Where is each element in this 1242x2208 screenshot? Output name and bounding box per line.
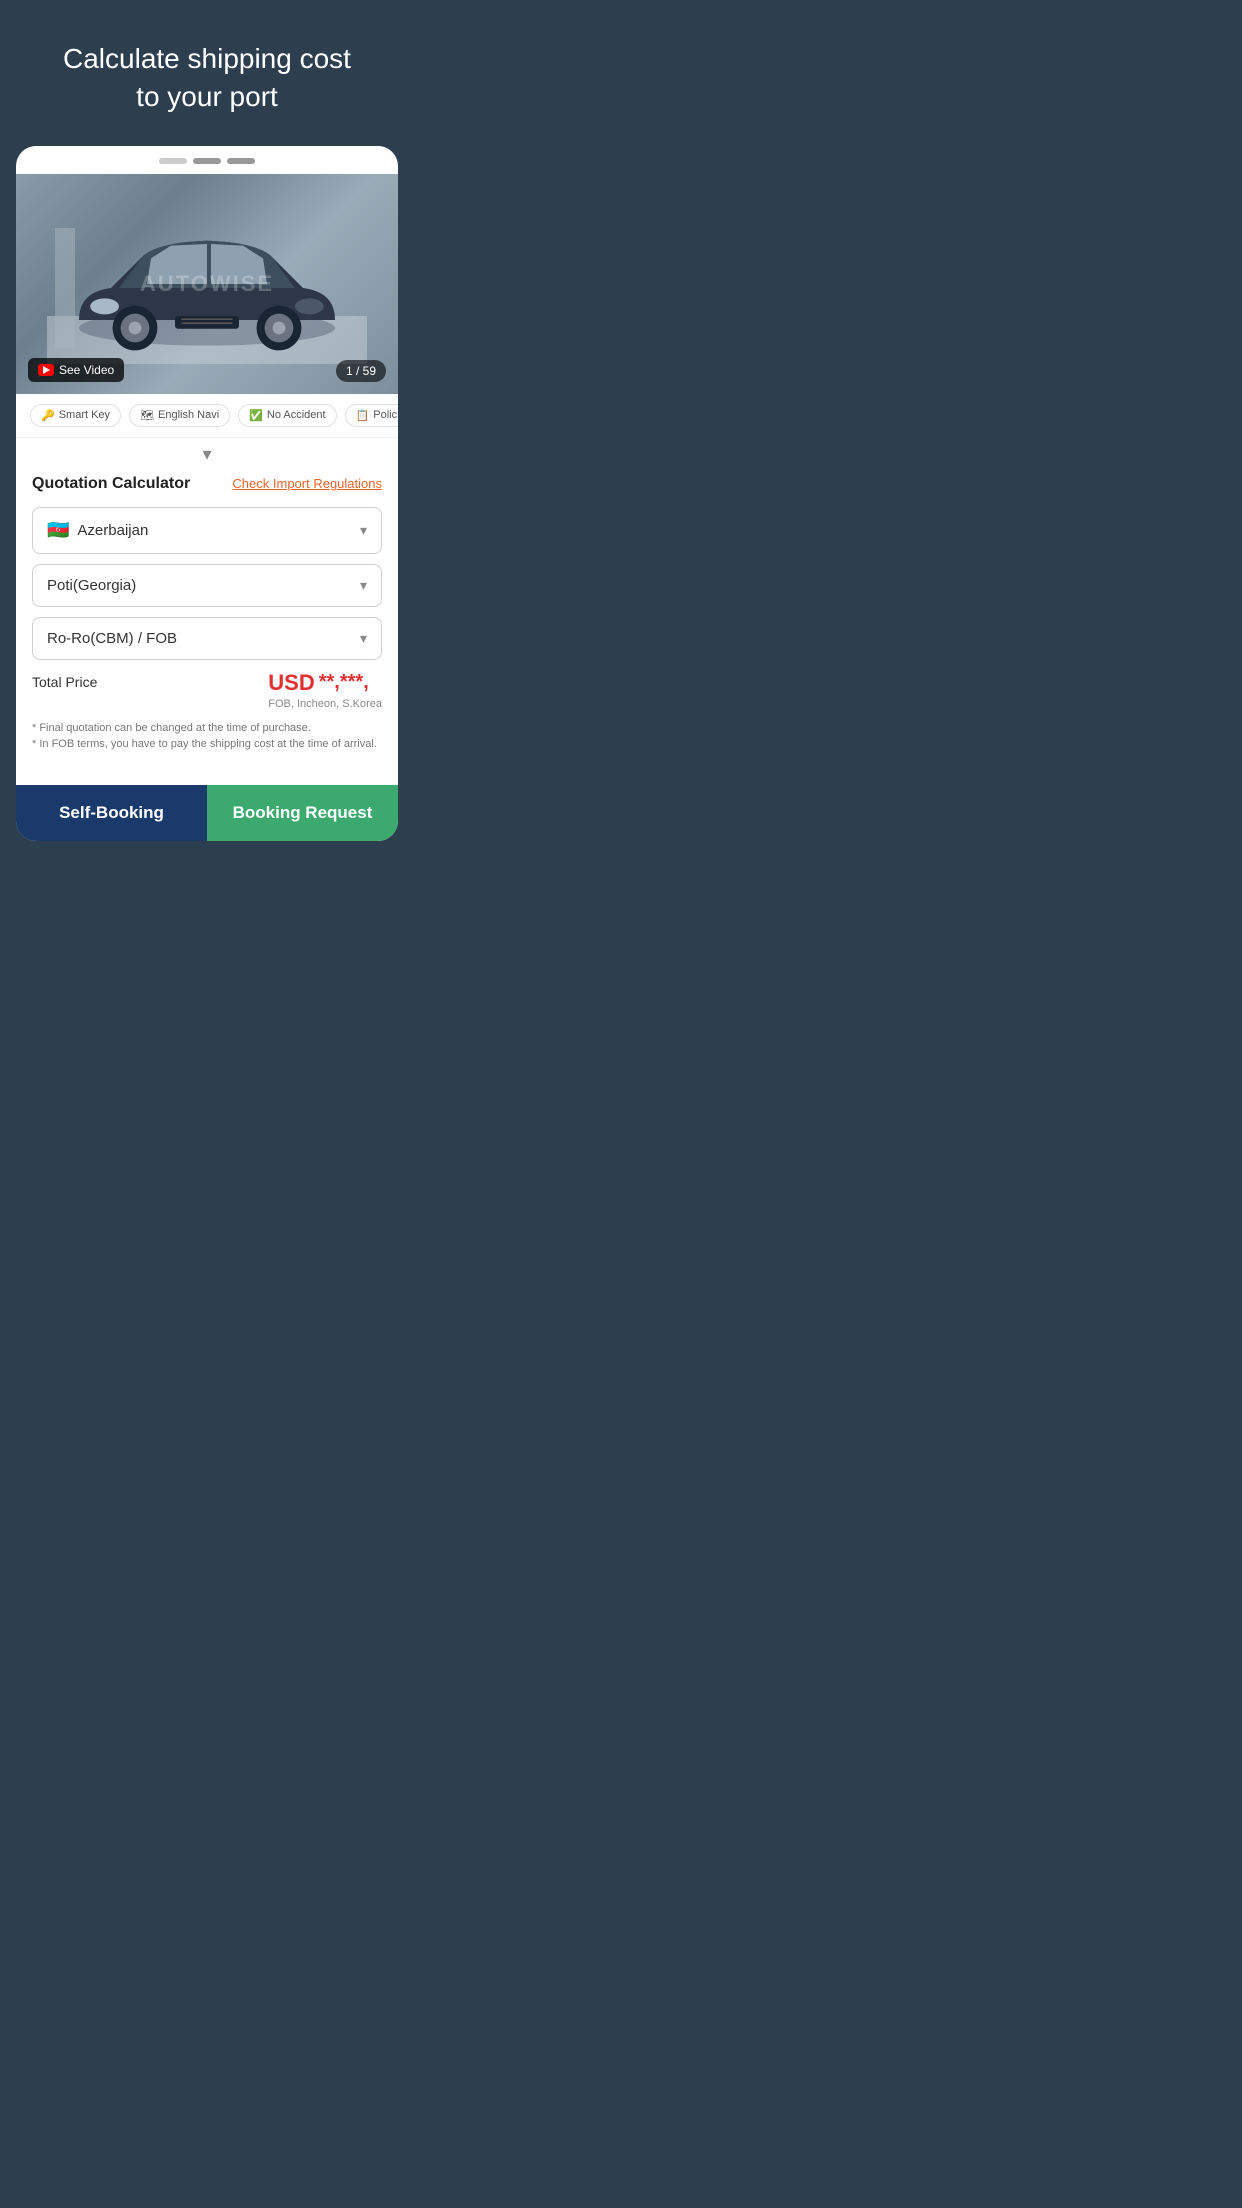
price-currency: USD <box>268 670 314 696</box>
disclaimer-line-1: * Final quotation can be changed at the … <box>32 720 382 737</box>
azerbaijan-flag-icon: 🇦🇿 <box>47 520 69 541</box>
expand-chevron-row[interactable]: ▾ <box>16 438 398 475</box>
country-chevron-icon: ▾ <box>360 522 367 539</box>
booking-request-button[interactable]: Booking Request <box>207 785 398 841</box>
port-chevron-icon: ▾ <box>360 577 367 594</box>
main-card: AUTOWISE See Video 1 / 59 🔑 Smart Key 🗺 … <box>16 146 398 841</box>
tag-smart-key: 🔑 Smart Key <box>30 404 121 427</box>
tag-no-accident: ✅ No Accident <box>238 404 336 427</box>
check-import-link[interactable]: Check Import Regulations <box>232 476 382 491</box>
shipping-chevron-icon: ▾ <box>360 630 367 647</box>
self-booking-button[interactable]: Self-Booking <box>16 785 207 841</box>
price-asterisks: **,***, <box>319 671 369 694</box>
fob-info: FOB, Incheon, S.Korea <box>268 698 382 710</box>
country-dropdown[interactable]: 🇦🇿 Azerbaijan ▾ <box>32 507 382 554</box>
quotation-header: Quotation Calculator Check Import Regula… <box>32 475 382 493</box>
dot-2[interactable] <box>193 158 221 164</box>
see-video-label: See Video <box>59 363 114 377</box>
dot-1 <box>159 158 187 164</box>
disclaimer: * Final quotation can be changed at the … <box>32 720 382 753</box>
smart-key-icon: 🔑 <box>41 409 55 422</box>
no-accident-icon: ✅ <box>249 409 263 422</box>
shipping-dropdown[interactable]: Ro-Ro(CBM) / FOB ▾ <box>32 617 382 660</box>
port-dropdown[interactable]: Poti(Georgia) ▾ <box>32 564 382 607</box>
bottom-buttons: Self-Booking Booking Request <box>16 785 398 841</box>
polic-icon: 📋 <box>356 409 370 422</box>
total-price-label: Total Price <box>32 670 97 690</box>
hero-title: Calculate shipping cost to your port <box>63 40 351 116</box>
disclaimer-line-2: * In FOB terms, you have to pay the ship… <box>32 736 382 753</box>
country-label: Azerbaijan <box>77 522 148 539</box>
dot-3[interactable] <box>227 158 255 164</box>
feature-tags-row: 🔑 Smart Key 🗺 English Navi ✅ No Accident… <box>16 394 398 438</box>
quotation-title: Quotation Calculator <box>32 475 190 493</box>
total-price-row: Total Price USD **,***, FOB, Incheon, S.… <box>32 670 382 710</box>
tag-english-navi: 🗺 English Navi <box>129 404 230 427</box>
price-value: USD **,***, <box>268 670 382 696</box>
quotation-section: Quotation Calculator Check Import Regula… <box>16 475 398 769</box>
tag-polic: 📋 Polic... <box>345 404 398 427</box>
chevron-down-icon[interactable]: ▾ <box>202 444 211 465</box>
youtube-icon <box>38 364 54 376</box>
carousel-dots <box>16 146 398 174</box>
see-video-button[interactable]: See Video <box>28 358 124 382</box>
image-counter: 1 / 59 <box>336 360 386 382</box>
navi-icon: 🗺 <box>140 409 154 422</box>
port-label: Poti(Georgia) <box>47 577 136 594</box>
car-image-container: AUTOWISE See Video 1 / 59 <box>16 174 398 394</box>
shipping-label: Ro-Ro(CBM) / FOB <box>47 630 177 647</box>
